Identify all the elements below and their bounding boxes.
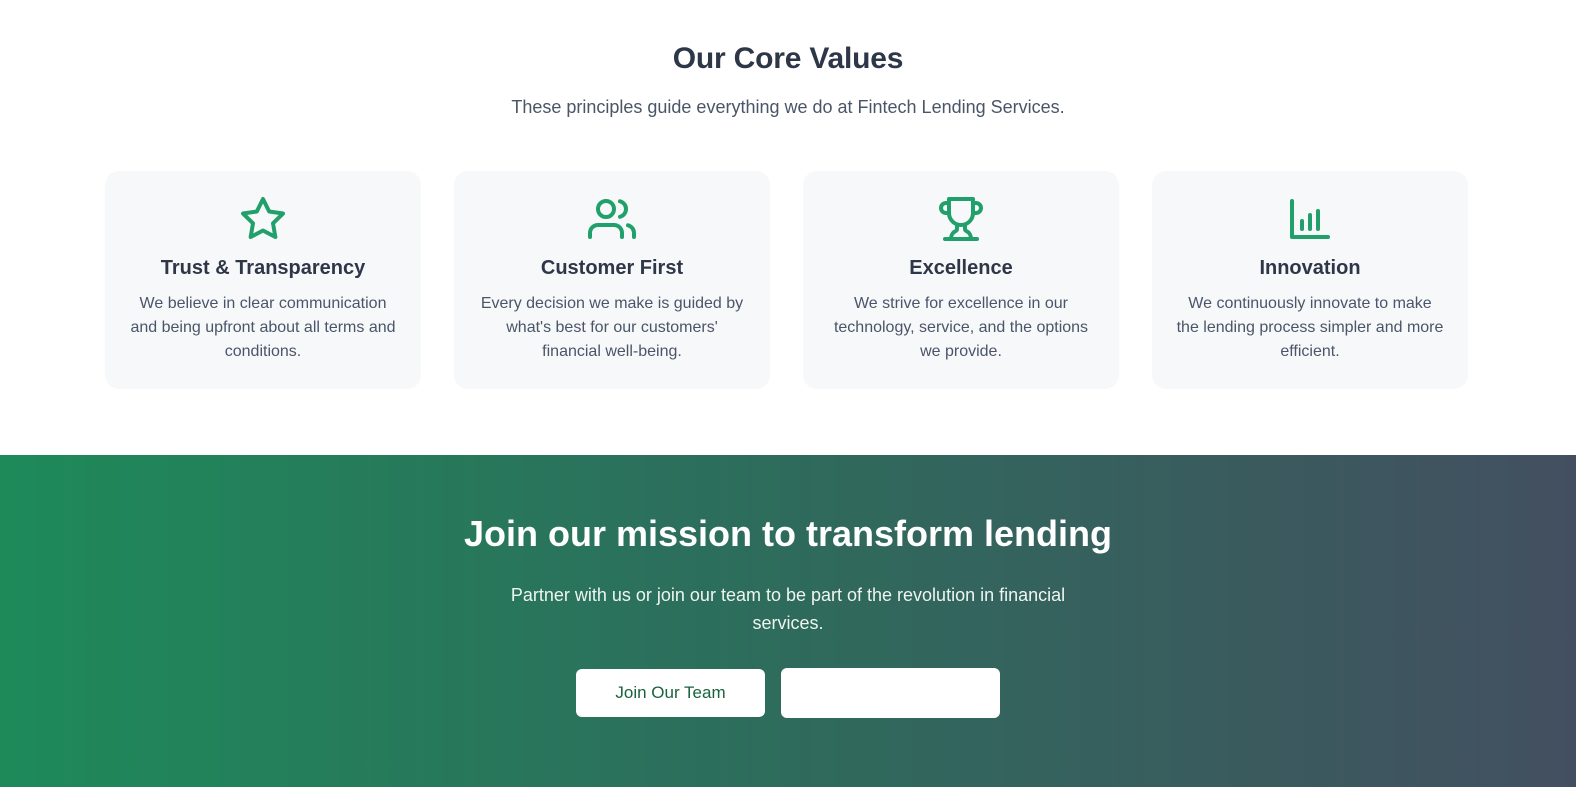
join-mission-cta: Join our mission to transform lending Pa…: [0, 455, 1576, 787]
star-icon: [239, 195, 287, 243]
value-card-innovation: Innovation We continuously innovate to m…: [1152, 171, 1468, 389]
value-card-trust: Trust & Transparency We believe in clear…: [105, 171, 421, 389]
trophy-icon: [937, 195, 985, 243]
value-card-title: Excellence: [909, 257, 1013, 279]
value-card-text: Every decision we make is guided by what…: [480, 295, 744, 360]
value-card-text: We continuously innovate to make the len…: [1176, 295, 1444, 360]
value-card-text: We strive for excellence in our technolo…: [833, 295, 1089, 360]
users-icon: [588, 195, 636, 243]
core-values-section: Our Core Values These principles guide e…: [0, 0, 1576, 455]
cta-title: Join our mission to transform lending: [463, 513, 1113, 554]
join-our-team-button[interactable]: Join Our Team: [576, 669, 765, 717]
core-values-title: Our Core Values: [672, 42, 904, 75]
value-card-title: Innovation: [1259, 257, 1361, 279]
values-card-grid: Trust & Transparency We believe in clear…: [105, 171, 1468, 389]
secondary-cta-button[interactable]: [781, 668, 1000, 718]
value-card-title: Customer First: [540, 257, 684, 279]
value-card-excellence: Excellence We strive for excellence in o…: [803, 171, 1119, 389]
value-card-text: We believe in clear communication and be…: [130, 295, 396, 360]
cta-subtitle: Partner with us or join our team to be p…: [510, 585, 1066, 633]
value-card-title: Trust & Transparency: [160, 257, 366, 279]
value-card-customer-first: Customer First Every decision we make is…: [454, 171, 770, 389]
core-values-subtitle: These principles guide everything we do …: [511, 97, 1065, 117]
bar-chart-icon: [1286, 195, 1334, 243]
